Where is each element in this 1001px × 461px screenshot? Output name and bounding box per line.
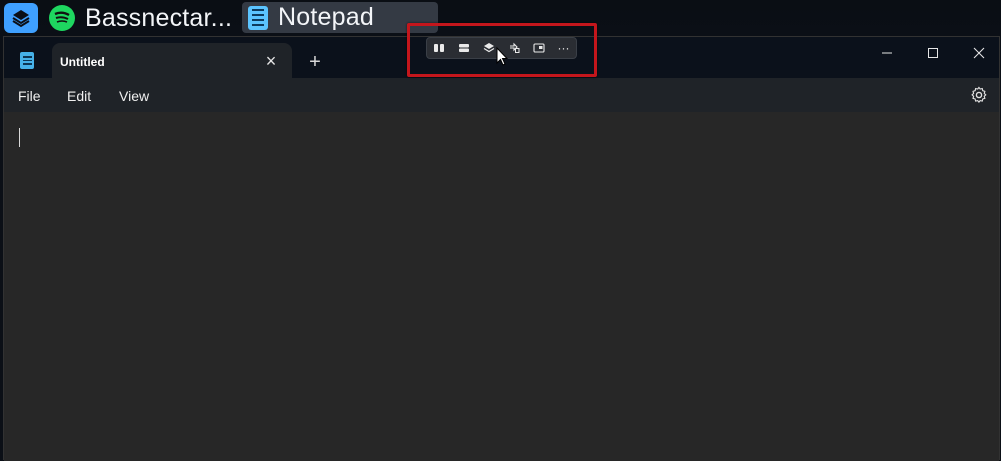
taskbar-spotify[interactable]: Bassnectar...: [49, 2, 232, 34]
maximize-button[interactable]: [910, 41, 956, 65]
split-horizontal-button[interactable]: [454, 39, 474, 57]
settings-button[interactable]: [970, 86, 988, 104]
taskbar-spotify-label: Bassnectar...: [85, 3, 233, 32]
menu-edit[interactable]: Edit: [67, 88, 91, 104]
tab-title: Untitled: [60, 55, 105, 69]
menu-view[interactable]: View: [119, 88, 149, 104]
minimize-button[interactable]: [864, 41, 910, 65]
close-icon: [973, 47, 985, 59]
split-vertical-icon: [434, 44, 445, 52]
maximize-icon: [928, 48, 938, 58]
new-tab-button[interactable]: +: [306, 52, 324, 72]
picture-in-picture-icon: [533, 43, 545, 53]
tab-untitled[interactable]: Untitled ×: [52, 43, 292, 78]
notepad-icon: [20, 52, 34, 69]
swap-icon: [509, 42, 520, 53]
text-editor[interactable]: [4, 112, 999, 461]
notepad-icon: [248, 5, 268, 30]
minimize-icon: [882, 52, 892, 54]
notepad-window: Untitled × + File Edit View: [3, 36, 1001, 461]
close-button[interactable]: [956, 41, 1001, 65]
split-vertical-button[interactable]: [429, 39, 449, 57]
stack-icon: [483, 43, 495, 53]
layers-icon: [4, 3, 38, 33]
menu-file[interactable]: File: [18, 88, 41, 104]
text-caret: [19, 128, 20, 147]
taskbar-notepad-label: Notepad: [278, 3, 374, 31]
stack-app-button[interactable]: [3, 2, 39, 34]
menu-bar: File Edit View: [4, 78, 999, 112]
picture-in-picture-button[interactable]: [529, 39, 549, 57]
spotify-icon: [49, 5, 75, 31]
mouse-cursor-icon: [496, 47, 508, 66]
gear-icon: [971, 86, 987, 104]
split-horizontal-icon: [459, 44, 470, 52]
more-button[interactable]: ···: [554, 39, 574, 57]
tab-close-icon[interactable]: ×: [262, 52, 280, 70]
